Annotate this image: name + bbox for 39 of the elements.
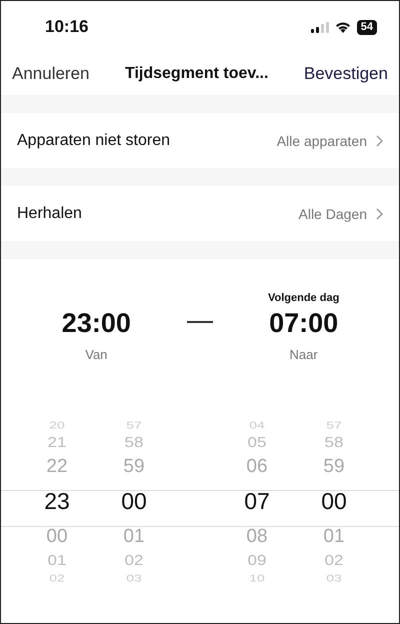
picker-value[interactable]: 01 [48, 553, 66, 568]
picker-value[interactable]: 09 [248, 553, 266, 568]
signal-icon [310, 22, 329, 32]
start-time: 23:00 [62, 308, 131, 339]
picker-value[interactable]: 05 [248, 435, 266, 450]
picker-value[interactable]: 59 [323, 457, 345, 476]
setting-label: Apparaten niet storen [17, 132, 171, 150]
battery-indicator: 54 [356, 20, 377, 34]
picker-value[interactable]: 08 [246, 527, 268, 546]
picker-value[interactable]: 00 [321, 490, 347, 513]
chevron-icon [376, 208, 383, 220]
dash-icon [186, 321, 213, 323]
cancel-button[interactable]: Annuleren [12, 64, 90, 84]
picker-value[interactable]: 07 [244, 490, 270, 513]
picker-value[interactable]: 00 [121, 490, 147, 513]
picker-value[interactable]: 01 [123, 527, 145, 546]
picker-value[interactable]: 01 [323, 527, 345, 546]
picker-value[interactable]: 58 [124, 435, 144, 450]
picker-value[interactable]: 59 [123, 457, 145, 476]
setting-value: Alle Dagen [298, 206, 367, 222]
picker-value[interactable]: 00 [46, 527, 68, 546]
start-label: Van [85, 347, 108, 362]
chevron-icon [376, 134, 383, 146]
next-day-note: Volgende dag [268, 292, 340, 306]
picker-value[interactable]: 06 [246, 457, 268, 476]
status-time: 10:16 [45, 17, 88, 37]
end-time: 07:00 [269, 308, 338, 339]
confirm-button[interactable]: Bevestigen [304, 64, 388, 84]
page-title: Tijdsegment toev... [124, 65, 268, 83]
end-label: Naar [290, 347, 318, 362]
picker-value[interactable]: 02 [324, 553, 344, 568]
setting-label: Herhalen [17, 204, 83, 222]
picker-value[interactable]: 58 [324, 435, 344, 450]
picker-value[interactable]: 02 [124, 553, 144, 568]
wifi-icon [334, 21, 351, 33]
picker-value[interactable]: 23 [44, 490, 70, 513]
picker-value[interactable]: 22 [46, 457, 68, 476]
picker-value[interactable]: 21 [48, 435, 66, 450]
setting-value: Alle apparaten [276, 132, 367, 148]
